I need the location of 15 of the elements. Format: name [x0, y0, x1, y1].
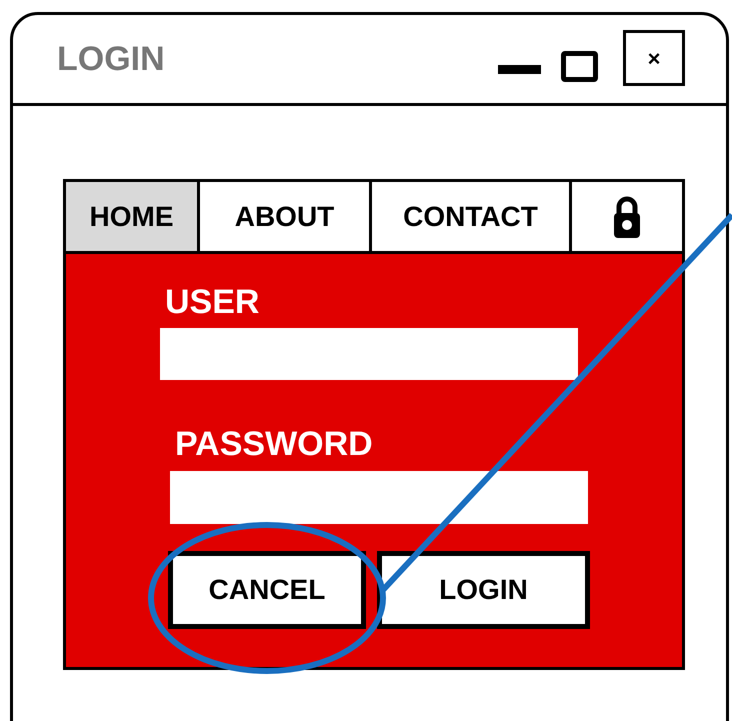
lock-icon [614, 196, 640, 238]
close-button[interactable]: × [623, 30, 685, 86]
minimize-button[interactable] [498, 64, 541, 74]
password-field[interactable] [170, 471, 588, 524]
nav-tab[interactable]: CONTACT [372, 179, 572, 254]
maximize-button[interactable] [561, 50, 598, 82]
window-title: LOGIN [57, 38, 165, 80]
nav-tab[interactable]: ABOUT [200, 179, 372, 254]
user-field[interactable] [160, 328, 578, 380]
user-label: USER [165, 282, 260, 322]
password-label: PASSWORD [175, 424, 374, 464]
nav-tab[interactable]: HOME [63, 179, 200, 254]
login-button[interactable]: LOGIN [377, 551, 590, 629]
cancel-button[interactable]: CANCEL [168, 551, 366, 629]
lock-tab[interactable] [572, 179, 685, 254]
